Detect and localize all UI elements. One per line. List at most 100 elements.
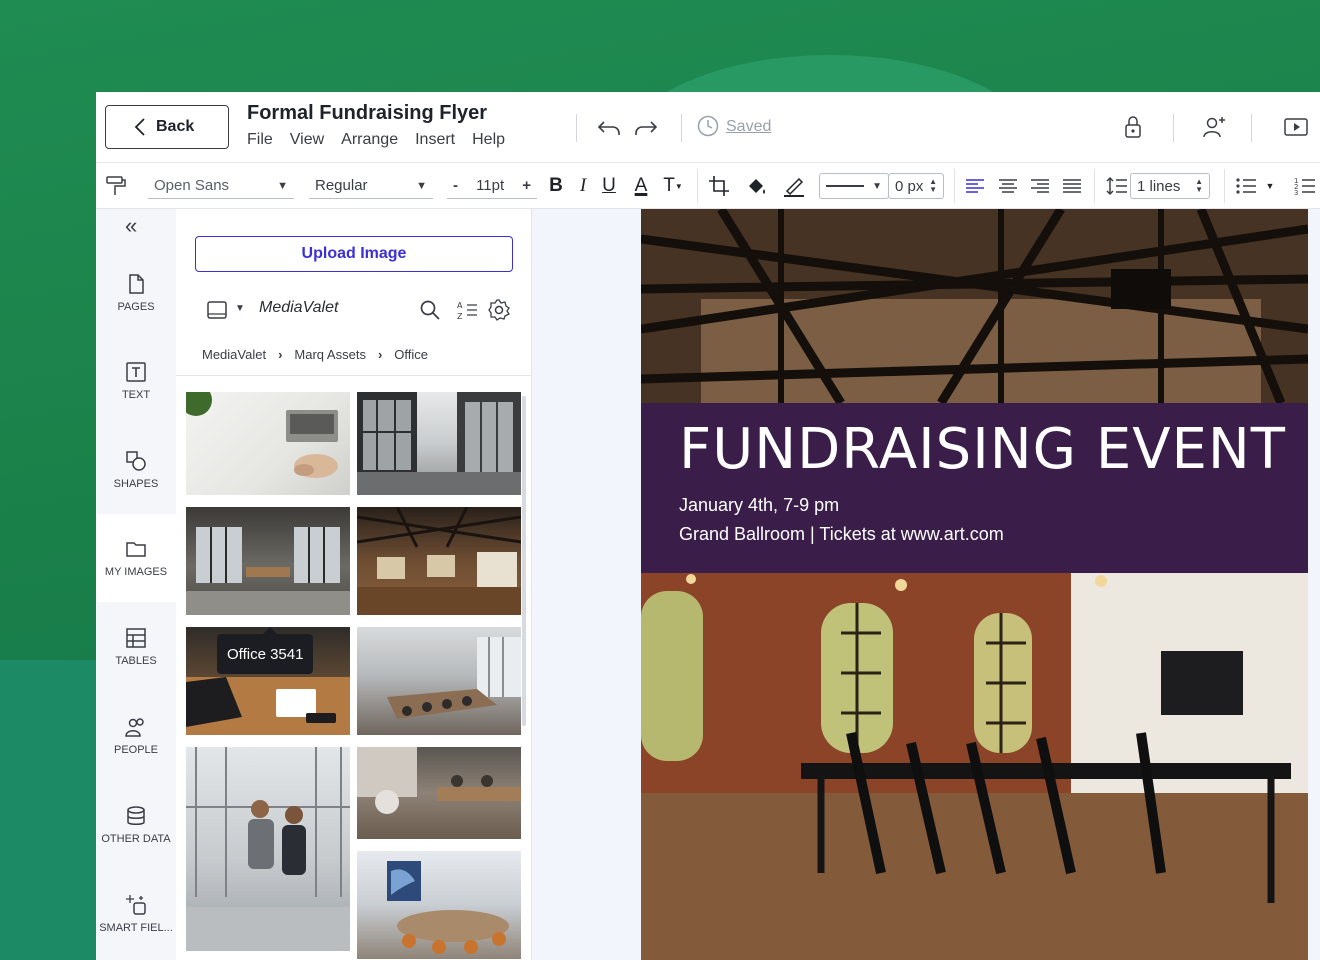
breadcrumb-item[interactable]: MediaValet bbox=[202, 347, 266, 362]
header-divider bbox=[1173, 114, 1174, 142]
upload-image-button[interactable]: Upload Image bbox=[195, 236, 513, 272]
people-icon bbox=[125, 718, 144, 737]
rail-label: SMART FIEL... bbox=[99, 922, 173, 934]
decrease-size-button[interactable]: - bbox=[453, 177, 458, 194]
breadcrumb-item-current[interactable]: Office bbox=[394, 347, 428, 362]
panel-scrollbar[interactable] bbox=[522, 396, 526, 726]
image-thumbnail[interactable] bbox=[357, 747, 521, 839]
rail-item-my-images[interactable]: MY IMAGES bbox=[96, 514, 176, 602]
line-style-preview bbox=[826, 185, 864, 187]
coworking-photo bbox=[357, 747, 521, 814]
stroke-color-icon[interactable] bbox=[781, 173, 807, 199]
image-thumbnail[interactable] bbox=[186, 392, 350, 495]
align-center-icon[interactable] bbox=[995, 173, 1021, 199]
lock-icon[interactable] bbox=[1120, 114, 1146, 140]
menu-view[interactable]: View bbox=[290, 131, 324, 149]
font-family-value: Open Sans bbox=[154, 177, 230, 194]
source-name[interactable]: MediaValet bbox=[259, 299, 338, 317]
loft-office-photo bbox=[357, 507, 521, 615]
font-family-select[interactable]: Open Sans ▼ bbox=[148, 173, 294, 199]
font-weight-value: Regular bbox=[315, 177, 368, 194]
rail-item-shapes[interactable]: SHAPES bbox=[96, 426, 176, 514]
image-thumbnail[interactable] bbox=[357, 392, 521, 495]
underline-button[interactable]: U bbox=[596, 173, 622, 199]
back-label: Back bbox=[156, 118, 195, 135]
align-right-icon[interactable] bbox=[1027, 173, 1053, 199]
menu-help[interactable]: Help bbox=[472, 131, 505, 149]
line-spacing-input[interactable]: 1 lines ▲ ▼ bbox=[1130, 173, 1210, 199]
search-icon[interactable] bbox=[419, 299, 441, 321]
collapse-icon[interactable]: « bbox=[125, 213, 137, 239]
menu-bar: File View Arrange Insert Help bbox=[247, 131, 505, 149]
line-spacing-icon[interactable] bbox=[1104, 173, 1130, 199]
table-icon bbox=[126, 628, 146, 648]
text-transform-button[interactable]: T ▼ bbox=[660, 173, 686, 199]
spinner-icon: ▲ ▼ bbox=[1195, 177, 1203, 194]
rail-label: TEXT bbox=[121, 389, 151, 401]
image-thumbnail[interactable] bbox=[186, 507, 350, 615]
caret-down-icon: ▼ bbox=[872, 180, 882, 192]
rail-item-people[interactable]: PEOPLE bbox=[96, 692, 176, 780]
menu-insert[interactable]: Insert bbox=[415, 131, 455, 149]
line-style-select[interactable]: ▼ bbox=[819, 173, 889, 199]
meeting-room-photo bbox=[186, 527, 350, 615]
bold-button[interactable]: B bbox=[543, 173, 569, 199]
image-thumbnail[interactable] bbox=[357, 851, 521, 959]
toolbar-divider bbox=[1094, 169, 1095, 203]
office-corridor-photo bbox=[357, 392, 521, 495]
present-icon[interactable] bbox=[1283, 114, 1309, 140]
header-divider bbox=[681, 114, 682, 142]
drive-icon[interactable] bbox=[206, 299, 228, 321]
svg-text:Z: Z bbox=[457, 312, 463, 321]
align-justify-icon[interactable] bbox=[1059, 173, 1085, 199]
caret-down-icon[interactable]: ▼ bbox=[1263, 173, 1277, 199]
caret-down-icon: ▼ bbox=[674, 181, 683, 191]
left-rail: « PAGES TEXT SHAPES MY IMAGES TABLES PEO… bbox=[96, 209, 176, 960]
header-divider bbox=[1251, 114, 1252, 142]
increase-size-button[interactable]: + bbox=[522, 177, 531, 194]
font-weight-select[interactable]: Regular ▼ bbox=[309, 173, 433, 199]
rail-item-text[interactable]: TEXT bbox=[96, 337, 176, 425]
breadcrumb-item[interactable]: Marq Assets bbox=[294, 347, 366, 362]
caret-down-icon[interactable]: ▼ bbox=[235, 303, 245, 314]
sort-az-icon[interactable]: AZ bbox=[456, 299, 478, 321]
spinner-icon: ▲ ▼ bbox=[929, 177, 937, 194]
bullet-list-icon[interactable] bbox=[1233, 173, 1259, 199]
undo-icon[interactable] bbox=[596, 114, 622, 140]
redo-icon[interactable] bbox=[633, 114, 659, 140]
add-user-icon[interactable] bbox=[1201, 114, 1227, 140]
poster-title[interactable]: FUNDRAISING EVENT bbox=[679, 417, 1286, 482]
image-thumbnail[interactable] bbox=[357, 507, 521, 615]
image-thumbnail[interactable] bbox=[186, 747, 350, 951]
rail-item-other-data[interactable]: OTHER DATA bbox=[96, 781, 176, 869]
italic-button[interactable]: I bbox=[570, 173, 596, 199]
crop-icon[interactable] bbox=[706, 173, 732, 199]
gear-icon[interactable] bbox=[487, 298, 511, 322]
rail-label: OTHER DATA bbox=[101, 833, 171, 845]
images-panel: Upload Image ▼ MediaValet AZ MediaValet … bbox=[176, 209, 532, 960]
folder-icon bbox=[126, 542, 146, 557]
rail-item-pages[interactable]: PAGES bbox=[96, 249, 176, 337]
menu-file[interactable]: File bbox=[247, 131, 273, 149]
align-left-icon[interactable] bbox=[962, 173, 988, 199]
header-divider bbox=[576, 114, 577, 142]
font-size-stepper[interactable]: - 11pt + bbox=[447, 173, 537, 199]
numbered-list-icon[interactable]: 123 bbox=[1292, 173, 1318, 199]
rail-item-smart-fields[interactable]: SMART FIEL... bbox=[96, 870, 176, 958]
image-thumbnail[interactable] bbox=[357, 627, 521, 735]
poster-venue[interactable]: Grand Ballroom | Tickets at www.art.com bbox=[679, 524, 1004, 545]
rail-label: MY IMAGES bbox=[104, 566, 168, 578]
back-button[interactable]: Back bbox=[105, 105, 229, 149]
format-painter-icon[interactable] bbox=[103, 173, 129, 199]
flyer-page[interactable]: FUNDRAISING EVENT January 4th, 7-9 pm Gr… bbox=[641, 209, 1308, 960]
menu-arrange[interactable]: Arrange bbox=[341, 131, 398, 149]
format-toolbar: Open Sans ▼ Regular ▼ - 11pt + B I U A T… bbox=[96, 163, 1320, 209]
rail-label: PAGES bbox=[117, 301, 155, 313]
stroke-width-input[interactable]: 0 px ▲ ▼ bbox=[888, 173, 944, 199]
rail-item-tables[interactable]: TABLES bbox=[96, 603, 176, 691]
fill-color-icon[interactable] bbox=[743, 173, 769, 199]
document-title[interactable]: Formal Fundraising Flyer bbox=[247, 102, 487, 125]
saved-status[interactable]: Saved bbox=[726, 118, 771, 136]
text-color-button[interactable]: A bbox=[628, 173, 654, 199]
poster-date[interactable]: January 4th, 7-9 pm bbox=[679, 495, 839, 516]
